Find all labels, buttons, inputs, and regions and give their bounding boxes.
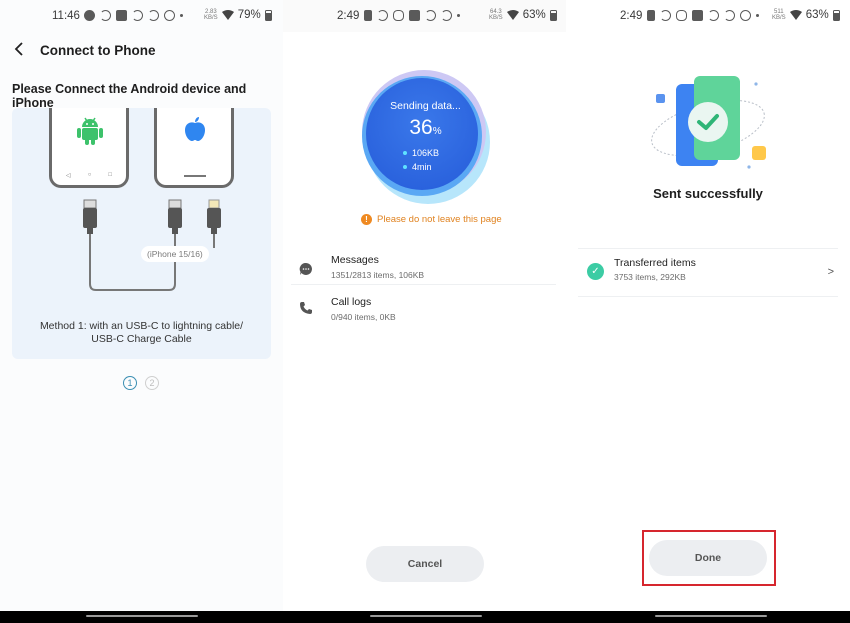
sync-icon bbox=[377, 10, 388, 21]
progress-orb: Sending data... 36% 106KB 4min bbox=[358, 70, 493, 205]
page-indicator: 1 2 bbox=[123, 376, 159, 390]
bullet-icon bbox=[403, 151, 407, 155]
sync-icon bbox=[660, 10, 671, 21]
phone-icon bbox=[300, 302, 312, 314]
connect-to-phone-screen: 11:46 2.83 KB/S 79% Connect to Phone Ple… bbox=[0, 0, 283, 611]
check-circle-icon bbox=[164, 10, 175, 21]
method-line-1: Method 1: with an USB-C to lightning cab… bbox=[39, 320, 244, 332]
bullet-icon bbox=[403, 165, 407, 169]
status-time: 2:49 bbox=[620, 10, 643, 22]
cancel-button[interactable]: Cancel bbox=[366, 546, 484, 582]
battery-percent: 79% bbox=[237, 9, 261, 21]
status-time: 2:49 bbox=[337, 10, 360, 22]
app-notification-icon bbox=[84, 10, 95, 21]
size-value: 106KB bbox=[412, 148, 440, 158]
warning-message: ! Please do not leave this page bbox=[361, 214, 502, 225]
transfer-complete-screen: 2:49 511 KB/S 63% Sent successfully ✓ Tr… bbox=[566, 0, 850, 611]
page-dot-2[interactable]: 2 bbox=[145, 376, 159, 390]
top-bar: Connect to Phone bbox=[14, 40, 156, 61]
percent-number: 36 bbox=[409, 116, 433, 139]
app-notification-icon bbox=[676, 10, 687, 21]
battery-icon bbox=[264, 9, 272, 21]
sync-icon bbox=[724, 10, 735, 21]
item-detail: 0/940 items, 0KB bbox=[331, 312, 396, 322]
status-time: 11:46 bbox=[52, 10, 80, 22]
transferred-items-row[interactable]: ✓ Transferred items 3753 items, 292KB > bbox=[566, 252, 850, 292]
status-bar: 11:46 2.83 KB/S 79% bbox=[0, 0, 283, 32]
net-speed: 64.3 KB/S bbox=[489, 9, 503, 21]
page-title: Connect to Phone bbox=[40, 43, 156, 58]
check-circle-icon bbox=[740, 10, 751, 21]
status-right: 2.83 KB/S 79% bbox=[204, 9, 272, 21]
sync-icon bbox=[148, 10, 159, 21]
status-bar: 2:49 64.3 KB/S 63% bbox=[283, 0, 566, 32]
wifi-icon bbox=[789, 10, 802, 20]
battery-percent: 63% bbox=[522, 9, 546, 21]
gesture-handle[interactable] bbox=[655, 615, 767, 617]
transferred-size: 106KB bbox=[403, 148, 439, 158]
notification-icons bbox=[647, 10, 759, 21]
method-line-2: USB-C Charge Cable bbox=[91, 333, 192, 345]
iphone-version-chip: (iPhone 15/16) bbox=[141, 246, 209, 262]
done-button-highlight bbox=[642, 530, 776, 586]
app-notification-icon bbox=[409, 10, 420, 21]
status-right: 64.3 KB/S 63% bbox=[489, 9, 557, 21]
battery-icon bbox=[549, 9, 557, 21]
result-title: Sent successfully bbox=[653, 186, 763, 201]
exclamation-icon: ! bbox=[361, 214, 372, 225]
page-dot-1[interactable]: 1 bbox=[123, 376, 137, 390]
more-notifications-icon bbox=[756, 14, 759, 17]
chevron-left-icon bbox=[14, 42, 23, 56]
divider bbox=[578, 248, 838, 249]
call-notification-icon bbox=[647, 10, 655, 21]
net-speed: 2.83 KB/S bbox=[204, 9, 218, 21]
gesture-handle[interactable] bbox=[86, 615, 198, 617]
sync-icon bbox=[425, 10, 436, 21]
instruction-heading: Please Connect the Android device and iP… bbox=[12, 82, 247, 110]
percent-sign: % bbox=[432, 126, 442, 137]
battery-percent: 63% bbox=[805, 9, 829, 21]
item-detail: 3753 items, 292KB bbox=[614, 272, 686, 282]
time-value: 4min bbox=[412, 162, 432, 172]
wifi-icon bbox=[221, 10, 234, 20]
item-label: Transferred items bbox=[614, 257, 696, 269]
item-label: Call logs bbox=[331, 296, 372, 308]
system-nav-bar bbox=[0, 611, 850, 623]
item-detail: 1351/2813 items, 106KB bbox=[331, 270, 425, 280]
success-illustration bbox=[651, 76, 766, 169]
chevron-right-icon: > bbox=[827, 266, 834, 278]
net-speed: 511 KB/S bbox=[772, 9, 786, 21]
gesture-handle[interactable] bbox=[370, 615, 482, 617]
divider bbox=[578, 296, 838, 297]
connection-illustration-card: ◁ ○ □ (iPhone 15/16) Method 1: with an USB… bbox=[12, 108, 271, 359]
battery-icon bbox=[832, 9, 840, 21]
sync-icon bbox=[708, 10, 719, 21]
sync-icon bbox=[132, 10, 143, 21]
method-description: Method 1: with an USB-C to lightning cab… bbox=[12, 320, 271, 346]
message-bubble-icon bbox=[299, 262, 312, 275]
status-right: 511 KB/S 63% bbox=[772, 9, 840, 21]
divider bbox=[291, 284, 556, 285]
sending-label: Sending data... bbox=[390, 100, 461, 112]
back-button[interactable] bbox=[14, 40, 24, 61]
sending-data-screen: 2:49 64.3 KB/S 63% Sending data... 36% 1… bbox=[283, 0, 566, 611]
wifi-icon bbox=[506, 10, 519, 20]
progress-percent: 36% bbox=[358, 116, 493, 140]
time-remaining: 4min bbox=[403, 162, 432, 172]
sync-icon bbox=[441, 10, 452, 21]
warning-text: Please do not leave this page bbox=[377, 214, 502, 225]
sync-icon bbox=[100, 10, 111, 21]
notification-icons bbox=[84, 10, 183, 21]
more-notifications-icon bbox=[457, 14, 460, 17]
status-bar: 2:49 511 KB/S 63% bbox=[566, 0, 850, 32]
app-notification-icon bbox=[116, 10, 127, 21]
app-notification-icon bbox=[692, 10, 703, 21]
check-circle-icon: ✓ bbox=[587, 263, 604, 280]
app-notification-icon bbox=[393, 10, 404, 21]
notification-icons bbox=[364, 10, 460, 21]
more-notifications-icon bbox=[180, 14, 183, 17]
list-item-call-logs[interactable]: Call logs 0/940 items, 0KB bbox=[283, 292, 566, 332]
item-label: Messages bbox=[331, 254, 379, 266]
call-notification-icon bbox=[364, 10, 372, 21]
